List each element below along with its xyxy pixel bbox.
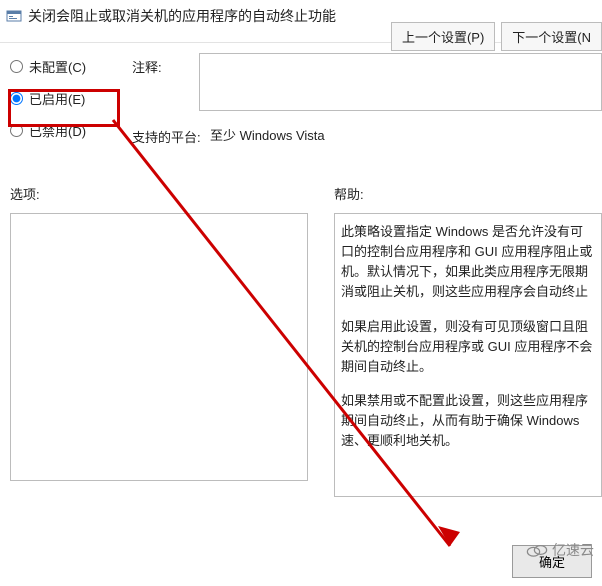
radio-disabled-label: 已禁用(D) xyxy=(29,121,86,140)
options-label: 选项: xyxy=(10,184,322,203)
help-panel: 此策略设置指定 Windows 是否允许没有可口的控制台应用程序和 GUI 应用… xyxy=(334,213,602,497)
help-paragraph: 此策略设置指定 Windows 是否允许没有可口的控制台应用程序和 GUI 应用… xyxy=(341,222,595,303)
policy-title: 关闭会阻止或取消关机的应用程序的自动终止功能 xyxy=(28,6,336,26)
policy-icon xyxy=(6,8,22,24)
watermark-text: 亿速云 xyxy=(552,540,594,560)
previous-setting-button[interactable]: 上一个设置(P) xyxy=(391,22,495,51)
radio-enabled-label: 已启用(E) xyxy=(29,89,85,108)
options-panel xyxy=(10,213,308,481)
comment-field[interactable] xyxy=(199,53,602,111)
watermark: 亿速云 xyxy=(526,540,594,560)
comment-label: 注释: xyxy=(132,53,199,76)
radio-not-configured-label: 未配置(C) xyxy=(29,57,86,76)
next-setting-button[interactable]: 下一个设置(N xyxy=(501,22,602,51)
radio-enabled[interactable] xyxy=(10,92,23,105)
radio-not-configured[interactable] xyxy=(10,60,23,73)
help-paragraph: 如果启用此设置，则没有可见顶级窗口且阻关机的控制台应用程序或 GUI 应用程序不… xyxy=(341,317,595,377)
supported-label: 支持的平台: xyxy=(132,123,210,146)
help-label: 帮助: xyxy=(334,184,602,203)
help-paragraph: 如果禁用或不配置此设置，则这些应用程序期间自动终止，从而有助于确保 Window… xyxy=(341,391,595,451)
supported-value: 至少 Windows Vista xyxy=(210,123,325,144)
radio-disabled[interactable] xyxy=(10,124,23,137)
